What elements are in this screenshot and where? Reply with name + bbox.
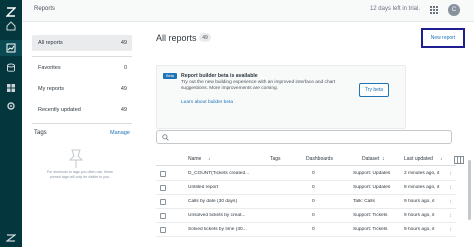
more-options-icon[interactable]: ⋮ — [448, 227, 453, 232]
beta-badge: Beta — [163, 73, 177, 79]
datasets-icon[interactable] — [5, 62, 17, 74]
report-dashboards: 0 — [312, 213, 315, 218]
try-beta-button[interactable]: Try beta — [359, 83, 389, 97]
sidebar-item-label: All reports — [38, 40, 63, 46]
top-bar: Reports 12 days left in trial. C — [22, 0, 474, 22]
report-dashboards: 0 — [312, 171, 315, 176]
report-dataset: Support: Tickets — [353, 227, 388, 232]
tags-empty-text: For shortcuts to tags you often use, the… — [46, 170, 114, 179]
column-name[interactable]: Name — [188, 156, 201, 162]
sort-down-icon[interactable]: ↓ — [208, 156, 211, 162]
column-chooser-icon[interactable] — [454, 156, 464, 164]
row-checkbox[interactable] — [160, 227, 166, 233]
banner-description: Try out the new building experience with… — [181, 80, 336, 92]
reports-sidebar: All reports 49 Favorites 0 My reports 49… — [28, 28, 132, 247]
home-icon[interactable] — [5, 20, 17, 32]
divider — [32, 123, 132, 124]
reports-heading: All reports — [156, 33, 197, 43]
row-checkbox[interactable] — [160, 171, 166, 177]
reports-icon[interactable] — [5, 42, 17, 54]
column-tags[interactable]: Tags — [270, 156, 281, 162]
table-row[interactable]: Unsolved tickets by creat... 0 Support: … — [156, 209, 456, 223]
column-dashboards[interactable]: Dashboards — [306, 156, 333, 162]
report-updated: 9 hours ago, it — [404, 213, 435, 218]
reports-count-badge: 49 — [199, 33, 211, 42]
report-name[interactable]: D_COUNT(Tickets created... — [188, 171, 268, 176]
more-options-icon[interactable]: ⋮ — [448, 171, 453, 176]
dataset-sort-icon[interactable]: ↕ — [382, 156, 385, 162]
report-updated: 9 hours ago, it — [404, 199, 435, 204]
report-dashboards: 0 — [312, 185, 315, 190]
search-input[interactable] — [173, 133, 443, 142]
scrollbar[interactable] — [468, 160, 471, 220]
column-last-updated[interactable]: Last updated — [404, 156, 433, 162]
beta-banner: Beta Report builder beta is available Tr… — [156, 65, 406, 129]
more-options-icon[interactable]: ⋮ — [448, 199, 453, 204]
search-icon — [162, 134, 169, 141]
settings-icon[interactable] — [5, 100, 17, 112]
report-name[interactable]: Unsolved tickets by creat... — [188, 213, 268, 218]
page-title: Reports — [34, 6, 56, 12]
more-options-icon[interactable]: ⋮ — [448, 185, 453, 190]
report-dataset: Support: Tickets — [353, 213, 388, 218]
table-row[interactable]: D_COUNT(Tickets created... 0 Support: Up… — [156, 167, 456, 181]
report-updated: 8 minutes ago, it — [404, 185, 440, 190]
report-name[interactable]: Untitled report — [188, 185, 268, 190]
report-dataset: Support: Updates — [353, 171, 391, 176]
sidebar-item-recently-updated[interactable]: Recently updated 49 — [32, 102, 132, 118]
report-name[interactable]: Calls by date (30 days) — [188, 199, 268, 204]
sidebar-item-count: 0 — [123, 65, 127, 71]
sidebar-item-label: Recently updated — [38, 107, 81, 113]
row-checkbox[interactable] — [160, 185, 166, 191]
table-row[interactable]: Calls by date (30 days) 0 Talk: Calls 9 … — [156, 195, 456, 209]
sidebar-item-all-reports[interactable]: All reports 49 — [32, 35, 132, 51]
report-name[interactable]: Solved tickets by time (30... — [188, 227, 268, 232]
global-nav — [0, 0, 22, 247]
sidebar-item-count: 49 — [120, 86, 127, 92]
column-dataset[interactable]: Dataset — [362, 156, 379, 162]
avatar[interactable]: C — [448, 4, 460, 16]
sidebar-item-label: My reports — [38, 86, 64, 92]
zendesk-brand-icon — [5, 232, 17, 244]
row-checkbox[interactable] — [160, 213, 166, 219]
sidebar-item-label: Favorites — [38, 65, 61, 71]
dashboard-icon[interactable] — [5, 82, 17, 94]
pin-illustration-icon — [68, 149, 84, 168]
report-dataset: Support: Updates — [353, 185, 391, 190]
sidebar-item-count: 49 — [120, 40, 127, 46]
report-dashboards: 0 — [312, 227, 315, 232]
table-row[interactable]: Untitled report 0 Support: Updates 8 min… — [156, 181, 456, 195]
banner-title: Report builder beta is available — [181, 73, 258, 79]
report-updated: 9 hours ago, it — [404, 227, 435, 232]
sidebar-item-my-reports[interactable]: My reports 49 — [32, 81, 132, 97]
trial-status: 12 days left in trial. — [369, 6, 420, 12]
manage-tags-link[interactable]: Manage — [110, 130, 130, 136]
table-header: Name ↓ Tags Dashboards Dataset ↕ Last up… — [156, 154, 456, 166]
report-dashboards: 0 — [312, 199, 315, 204]
divider — [32, 56, 132, 57]
sort-down-icon[interactable]: ↓ — [440, 156, 443, 162]
tags-heading: Tags — [34, 130, 47, 136]
main-content: All reports 49 New report Beta Report bu… — [146, 22, 474, 247]
table-row[interactable]: Solved tickets by time (30... 0 Support:… — [156, 223, 456, 237]
search-field[interactable] — [156, 130, 452, 144]
row-checkbox[interactable] — [160, 199, 166, 205]
more-options-icon[interactable]: ⋮ — [448, 213, 453, 218]
report-updated: 2 minutes ago, it — [404, 171, 440, 176]
sidebar-item-favorites[interactable]: Favorites 0 — [32, 60, 132, 76]
zendesk-logo-icon[interactable] — [5, 6, 17, 18]
apps-grid-icon[interactable] — [429, 5, 439, 15]
new-report-button[interactable]: New report — [421, 28, 465, 48]
learn-beta-link[interactable]: Learn about builder beta — [181, 100, 233, 105]
sidebar-item-count: 49 — [120, 107, 127, 113]
report-dataset: Talk: Calls — [353, 199, 375, 204]
